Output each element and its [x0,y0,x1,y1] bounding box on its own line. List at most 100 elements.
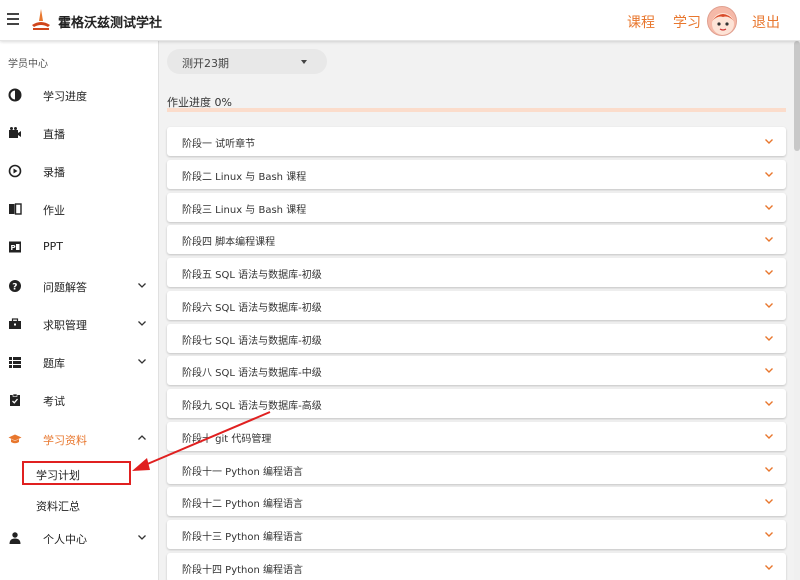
sidebar-item-label: 学习资料 [43,434,87,447]
stage-label: 阶段七 SQL 语法与数据库-初级 [182,335,322,347]
chevron-down-icon[interactable] [764,267,774,277]
nav-course-link[interactable]: 课程 [627,12,655,32]
top-bar: 霍格沃兹测试学社 课程 学习 退出 [0,0,800,41]
chevron-down-icon[interactable] [764,136,774,146]
highlight-box [22,461,131,485]
sidebar-item-profile[interactable]: 个人中心 [0,524,159,554]
graduation-cap-icon [8,434,22,444]
sidebar-item-jobs[interactable]: 求职管理 [0,310,159,340]
book-icon [9,203,22,215]
chevron-down-icon[interactable] [764,300,774,310]
app-title: 霍格沃兹测试学社 [58,16,163,31]
stage-label: 阶段十 git 代码管理 [182,433,272,445]
sidebar-item-homework[interactable]: 作业 [0,195,159,225]
stage-row[interactable]: 阶段十二 Python 编程语言 [167,487,786,517]
stage-label: 阶段八 SQL 语法与数据库-中级 [182,368,322,380]
chevron-up-icon [138,435,146,440]
menu-icon[interactable] [7,13,19,25]
main-content: 测开23期 作业进度 0% 阶段一 试听章节 阶段二 Linux 与 Bash 课… [160,41,794,580]
sidebar-item-question-bank[interactable]: 题库 [0,348,159,378]
sidebar-item-label: 学习进度 [43,90,87,103]
stage-row[interactable]: 阶段六 SQL 语法与数据库-初级 [167,290,786,320]
scrollbar[interactable] [794,41,800,580]
sidebar-item-ppt[interactable]: P PPT [0,233,159,263]
caret-down-icon [301,60,307,64]
stage-label: 阶段二 Linux 与 Bash 课程 [182,171,307,183]
chevron-down-icon[interactable] [764,333,774,343]
stage-row[interactable]: 阶段十 git 代码管理 [167,421,786,451]
chevron-down-icon[interactable] [764,496,774,506]
stage-label: 阶段十一 Python 编程语言 [182,466,304,478]
sidebar-item-qa[interactable]: ? 问题解答 [0,272,159,302]
stage-label: 阶段十二 Python 编程语言 [182,499,304,511]
svg-text:?: ? [12,283,17,293]
sidebar-item-label: 个人中心 [43,533,87,546]
stage-label: 阶段十三 Python 编程语言 [182,532,304,543]
chevron-down-icon [138,283,146,288]
svg-text:P: P [11,244,16,252]
briefcase-icon [9,318,21,329]
sidebar-item-materials[interactable]: 学习资料 [0,425,159,455]
sidebar-item-label: 问题解答 [43,281,87,294]
nav-study-link[interactable]: 学习 [673,12,701,32]
pie-chart-icon [8,88,22,102]
stage-row[interactable]: 阶段八 SQL 语法与数据库-中级 [167,356,786,386]
chevron-down-icon[interactable] [764,529,774,539]
chevron-down-icon [138,535,146,540]
clipboard-icon [10,393,20,406]
stage-row[interactable]: 阶段五 SQL 语法与数据库-初级 [167,258,786,287]
chevron-down-icon[interactable] [764,562,774,572]
sidebar-item-recorded[interactable]: 录播 [0,157,159,187]
stage-label: 阶段一 试听章节 [182,139,256,150]
person-icon [9,532,21,544]
question-icon: ? [9,280,21,293]
chevron-down-icon[interactable] [764,431,774,441]
sidebar-item-label: 考试 [43,395,65,408]
stage-label: 阶段三 Linux 与 Bash 课程 [182,204,307,216]
sidebar-subitem-materials-summary[interactable]: 资料汇总 [0,492,159,518]
stage-row[interactable]: 阶段九 SQL 语法与数据库-高级 [167,389,786,418]
stage-label: 阶段九 SQL 语法与数据库-高级 [182,401,322,412]
sidebar-item-label: 直播 [43,128,65,141]
stage-row[interactable]: 阶段三 Linux 与 Bash 课程 [167,192,786,222]
chevron-down-icon[interactable] [764,365,774,375]
chevron-down-icon[interactable] [764,398,774,408]
period-select[interactable]: 测开23期 [167,49,327,74]
chevron-down-icon[interactable] [764,202,774,212]
stage-row[interactable]: 阶段十四 Python 编程语言 [167,552,786,580]
logo-icon [32,9,50,30]
logout-link[interactable]: 退出 [752,12,780,32]
stage-row[interactable]: 阶段十三 Python 编程语言 [167,520,786,549]
sidebar-heading: 学员中心 [8,59,48,70]
stage-row[interactable]: 阶段四 脚本编程课程 [167,225,786,255]
stage-row[interactable]: 阶段二 Linux 与 Bash 课程 [167,159,786,189]
list-icon [9,357,21,368]
stage-row[interactable]: 阶段七 SQL 语法与数据库-初级 [167,323,786,353]
sidebar-item-label: 录播 [43,166,65,179]
video-camera-icon [9,127,21,138]
avatar[interactable] [707,6,737,36]
stage-label: 阶段六 SQL 语法与数据库-初级 [182,302,322,314]
chevron-down-icon[interactable] [764,234,774,244]
sidebar-item-label: 求职管理 [43,319,87,332]
sidebar-item-exam[interactable]: 考试 [0,386,159,416]
sidebar-subitem-label: 资料汇总 [36,500,80,513]
stage-label: 阶段十四 Python 编程语言 [182,564,304,576]
play-circle-icon [8,164,22,178]
chevron-down-icon [138,321,146,326]
period-select-value: 测开23期 [182,57,229,70]
sidebar-item-label: PPT [43,240,63,253]
chevron-down-icon [138,359,146,364]
chevron-down-icon[interactable] [764,464,774,474]
sidebar-item-live[interactable]: 直播 [0,119,159,149]
stage-label: 阶段五 SQL 语法与数据库-初级 [182,270,322,281]
scrollbar-thumb[interactable] [794,41,800,151]
chevron-down-icon[interactable] [764,169,774,179]
stage-label: 阶段四 脚本编程课程 [182,237,276,249]
sidebar-item-label: 题库 [43,357,65,370]
sidebar-item-progress[interactable]: 学习进度 [0,81,159,111]
stage-row[interactable]: 阶段十一 Python 编程语言 [167,454,786,484]
stage-row[interactable]: 阶段一 试听章节 [167,127,786,156]
sidebar: 学员中心 学习进度 直播 录播 作业 P PPT ? 问题解答 求职管理 题库 … [0,41,159,580]
ppt-icon: P [9,241,21,253]
